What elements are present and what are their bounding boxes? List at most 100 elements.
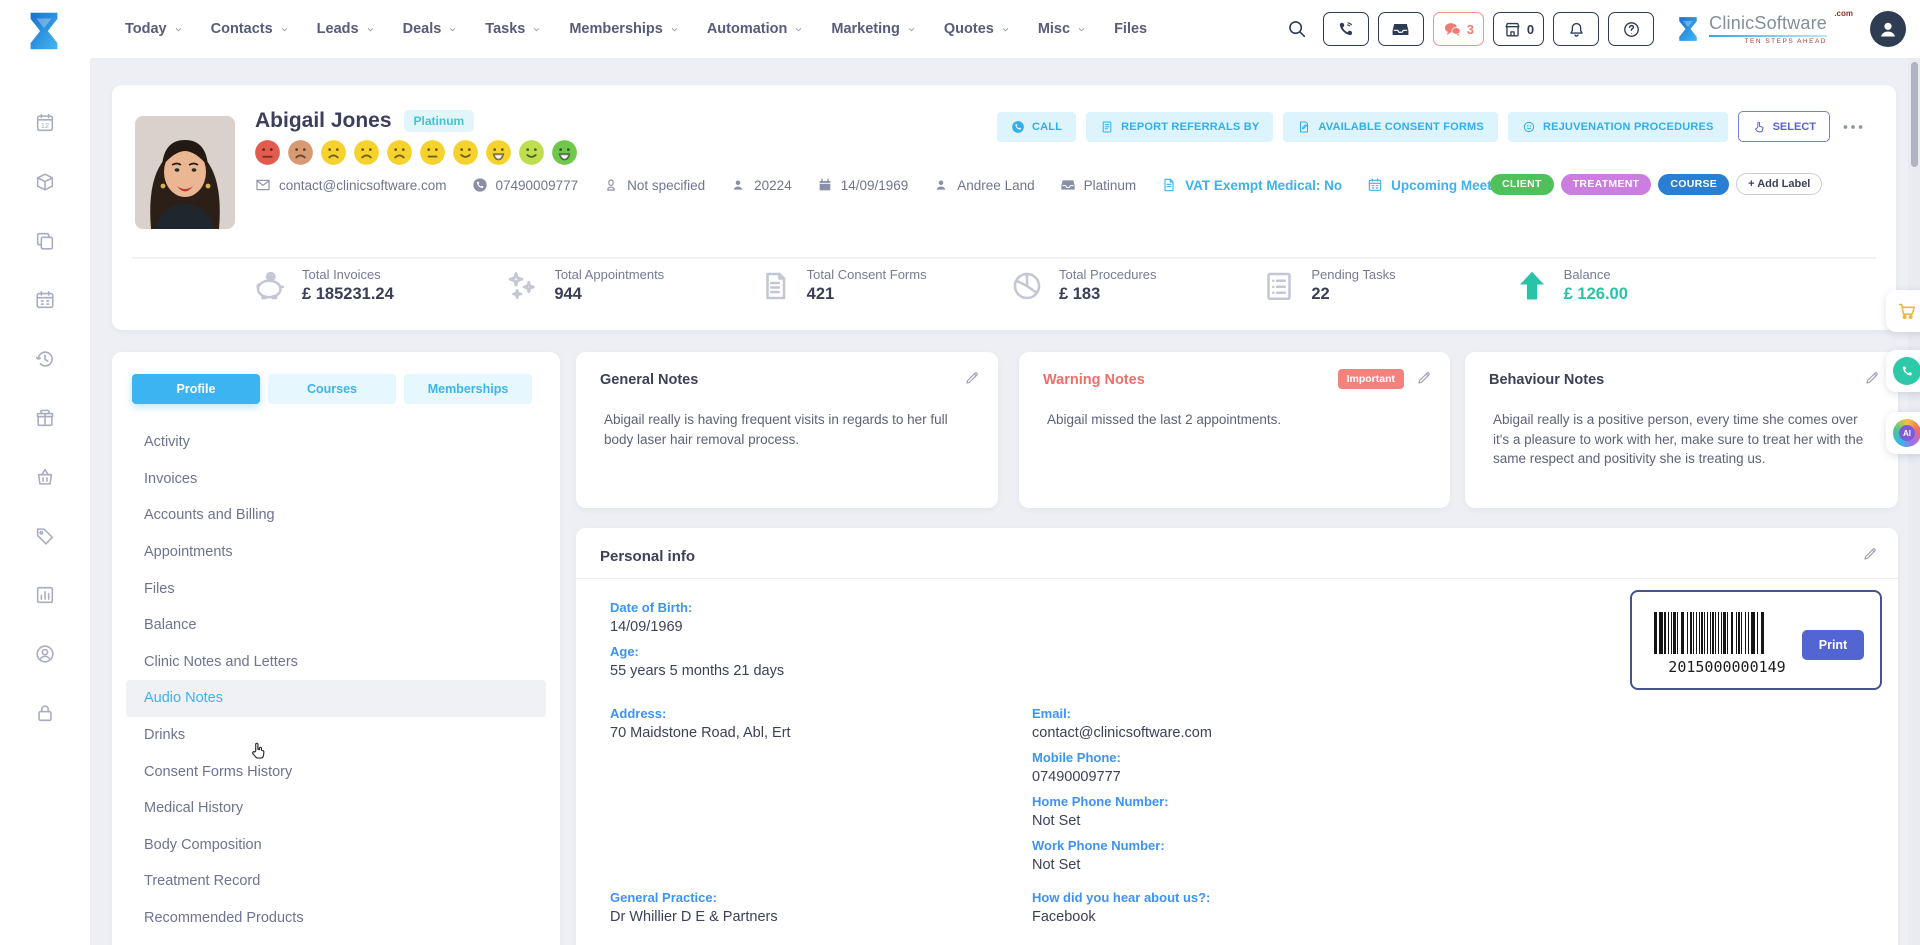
action-button[interactable]: CALL <box>997 112 1076 142</box>
brand-logo[interactable]: ClinicSoftware .com TEN STEPS AHEAD <box>1673 12 1853 46</box>
profile-section-item[interactable]: Balance <box>126 607 546 644</box>
contact-chip[interactable]: Platinum <box>1060 177 1137 193</box>
nav-item[interactable]: Quotes <box>944 21 1011 37</box>
profile-section-item[interactable]: Appointments <box>126 534 546 571</box>
profile-section-item[interactable]: Recommended Products <box>126 900 546 937</box>
floating-ai-button[interactable]: AI <box>1886 412 1920 454</box>
chat-button[interactable]: 3 <box>1433 12 1484 46</box>
profile-section-item[interactable]: Drinks <box>126 717 546 754</box>
profile-section-item[interactable]: Body Composition <box>126 827 546 864</box>
mood-face-icon[interactable] <box>452 139 479 166</box>
add-label-button[interactable]: + Add Label <box>1736 173 1822 195</box>
mood-face-icon[interactable] <box>518 139 545 166</box>
nav-item[interactable]: Misc <box>1038 21 1087 37</box>
sidebar-icon-item[interactable] <box>34 643 56 670</box>
contact-chip[interactable]: 07490009777 <box>472 177 579 193</box>
contact-chip[interactable]: 20224 <box>730 177 792 193</box>
floating-call-button[interactable] <box>1886 350 1920 392</box>
nav-item[interactable]: Tasks <box>485 21 542 37</box>
profile-section-item[interactable]: Activity <box>126 424 546 461</box>
stat-label: Balance <box>1564 267 1628 282</box>
profile-tab[interactable]: Courses <box>268 374 396 404</box>
person-outline-icon <box>603 177 619 193</box>
mood-face-icon[interactable] <box>485 139 512 166</box>
contact-chip[interactable]: Andree Land <box>933 177 1034 193</box>
sidebar-icon-item[interactable] <box>34 171 56 198</box>
user-avatar[interactable] <box>1870 11 1906 47</box>
help-button[interactable] <box>1608 12 1654 46</box>
profile-section-item[interactable]: Consent Forms History <box>126 753 546 790</box>
contact-chip[interactable]: Not specified <box>603 177 705 193</box>
app-logo-icon[interactable] <box>21 8 67 54</box>
action-button[interactable]: REJUVENATION PROCEDURES <box>1508 112 1728 142</box>
label-pill[interactable]: COURSE <box>1658 174 1729 195</box>
floating-cart-button[interactable] <box>1886 290 1920 332</box>
contact-chip-text: VAT Exempt Medical: No <box>1185 178 1342 193</box>
edit-pencil-icon[interactable] <box>1416 370 1432 386</box>
stat-item: Total Appointments 944 <box>504 267 756 304</box>
profile-section-item[interactable]: Audio Notes <box>126 680 546 717</box>
label-pill[interactable]: CLIENT <box>1490 174 1554 195</box>
print-button[interactable]: Print <box>1802 630 1864 660</box>
nav-item[interactable]: Today <box>125 21 184 37</box>
nav-item[interactable]: Contacts <box>211 21 290 37</box>
action-button[interactable]: AVAILABLE CONSENT FORMS <box>1283 112 1498 142</box>
search-icon[interactable] <box>1286 18 1308 40</box>
patient-photo[interactable] <box>135 116 235 229</box>
profile-tab[interactable]: Profile <box>132 374 260 404</box>
lock-icon <box>34 702 56 724</box>
shop-button[interactable]: 0 <box>1493 12 1544 46</box>
profile-section-item[interactable]: Files <box>126 570 546 607</box>
note-card: Behaviour Notes Abigail really is a posi… <box>1465 352 1898 508</box>
tag-icon <box>34 525 56 547</box>
sidebar-icon-item[interactable] <box>34 407 56 434</box>
profile-section-item[interactable]: Accounts and Billing <box>126 497 546 534</box>
field-label: Mobile Phone: <box>1032 750 1212 765</box>
edit-pencil-icon[interactable] <box>964 370 980 386</box>
scrollbar-track[interactable] <box>1908 58 1920 945</box>
scrollbar-thumb[interactable] <box>1911 62 1918 167</box>
profile-tab[interactable]: Memberships <box>404 374 532 404</box>
mood-face-icon[interactable] <box>287 139 314 166</box>
mood-face-icon[interactable] <box>419 139 446 166</box>
nav-item[interactable]: Files <box>1114 21 1147 37</box>
label-pill[interactable]: TREATMENT <box>1561 174 1652 195</box>
profile-section-item[interactable]: Treatment Record <box>126 863 546 900</box>
profile-section-item[interactable]: Clinic Notes and Letters <box>126 644 546 681</box>
sidebar-icon-item[interactable] <box>34 702 56 729</box>
doc-icon <box>1161 177 1177 193</box>
piggy-icon <box>252 268 288 304</box>
mood-face-icon[interactable] <box>254 139 281 166</box>
edit-pencil-icon[interactable] <box>1864 370 1880 386</box>
mood-face-icon[interactable] <box>353 139 380 166</box>
sidebar-icon-item[interactable] <box>34 525 56 552</box>
sidebar-icon-item[interactable] <box>34 230 56 257</box>
dialer-button[interactable] <box>1323 12 1369 46</box>
edit-pencil-icon[interactable] <box>1862 546 1878 562</box>
sidebar-icon-item[interactable] <box>34 466 56 493</box>
more-actions-button[interactable] <box>1840 114 1866 140</box>
sidebar-icon-item[interactable] <box>34 289 56 316</box>
notifications-button[interactable] <box>1553 12 1599 46</box>
inbox-button[interactable] <box>1378 12 1424 46</box>
contact-chip[interactable]: contact@clinicsoftware.com <box>255 177 447 193</box>
sidebar-icon-list: 12 <box>0 112 90 729</box>
nav-item[interactable]: Deals <box>403 21 459 37</box>
mood-face-icon[interactable] <box>320 139 347 166</box>
nav-item[interactable]: Marketing <box>831 21 917 37</box>
sidebar-icon-item[interactable] <box>34 584 56 611</box>
mood-face-icon[interactable] <box>551 139 578 166</box>
mood-face-icon[interactable] <box>386 139 413 166</box>
contact-chip[interactable]: VAT Exempt Medical: No <box>1161 177 1342 193</box>
chevron-down-icon <box>365 24 376 35</box>
action-button[interactable]: REPORT REFERRALS BY <box>1086 112 1273 142</box>
profile-section-item[interactable]: Invoices <box>126 461 546 498</box>
sidebar-icon-item[interactable]: 12 <box>34 112 56 139</box>
select-button[interactable]: SELECT <box>1738 111 1830 142</box>
nav-item[interactable]: Automation <box>707 21 805 37</box>
sidebar-icon-item[interactable] <box>34 348 56 375</box>
nav-item[interactable]: Memberships <box>569 21 679 37</box>
nav-item[interactable]: Leads <box>317 21 376 37</box>
contact-chip[interactable]: 14/09/1969 <box>817 177 909 193</box>
profile-section-item[interactable]: Medical History <box>126 790 546 827</box>
